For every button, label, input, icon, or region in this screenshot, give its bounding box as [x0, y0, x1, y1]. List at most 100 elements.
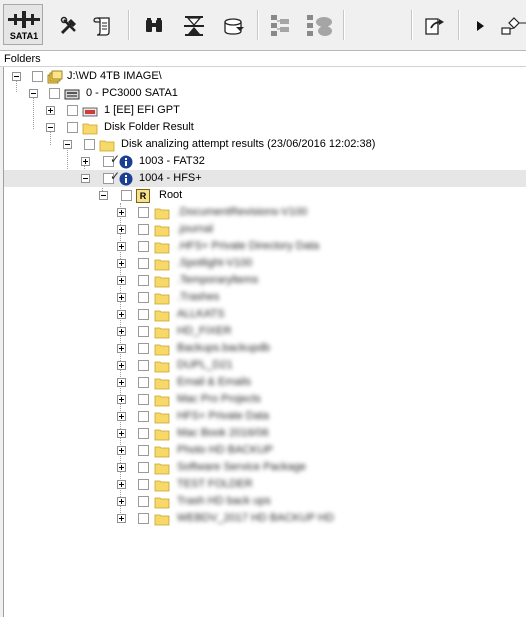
checkbox[interactable] [84, 139, 95, 150]
expand-toggle[interactable] [117, 412, 126, 421]
tree-item-folder[interactable]: DUPL_D21 [4, 357, 526, 374]
checkbox[interactable] [138, 445, 149, 456]
expand-toggle[interactable] [117, 361, 126, 370]
tree-item-folder[interactable]: .Trashes [4, 289, 526, 306]
tree-item-folder[interactable]: .HFS+ Private Directory Data [4, 238, 526, 255]
folder-tree[interactable]: J:\WD 4TB IMAGE\ 0 - PC3000 SATA1 1 [EE]… [3, 67, 526, 617]
collapse-toggle[interactable] [63, 140, 72, 149]
expand-toggle[interactable] [117, 429, 126, 438]
tree-item-folder[interactable]: ALLKATS [4, 306, 526, 323]
tree-item-folder[interactable]: Mac Book 2016/06 [4, 425, 526, 442]
workflow-icon [501, 17, 526, 35]
tree-item-root-drive[interactable]: J:\WD 4TB IMAGE\ [4, 68, 526, 85]
expand-toggle[interactable] [117, 327, 126, 336]
expand-toggle[interactable] [117, 463, 126, 472]
collapse-toggle[interactable] [29, 89, 38, 98]
folder-icon [154, 412, 170, 424]
tree-item-folder[interactable]: HD_FIXER [4, 323, 526, 340]
folder-icon [154, 242, 170, 254]
sata1-device-button[interactable]: SATA1 [3, 4, 43, 45]
checkbox[interactable] [138, 224, 149, 235]
tree-item-folder[interactable]: TEST FOLDER [4, 476, 526, 493]
tree-item-folder[interactable]: Photo HD BACKUP [4, 442, 526, 459]
tree-item-partition[interactable]: 1 [EE] EFI GPT [4, 102, 526, 119]
wait-button[interactable] [177, 7, 211, 45]
expand-toggle[interactable] [117, 446, 126, 455]
search-button[interactable] [137, 7, 171, 45]
checkbox[interactable] [138, 275, 149, 286]
expand-toggle[interactable] [81, 157, 90, 166]
checkbox[interactable] [138, 258, 149, 269]
expand-toggle[interactable] [117, 225, 126, 234]
export-icon [425, 18, 444, 35]
expand-toggle[interactable] [117, 259, 126, 268]
tree-item-folder[interactable]: Mac Pro Projects [4, 391, 526, 408]
collapse-toggle[interactable] [81, 174, 90, 183]
checkbox[interactable] [138, 377, 149, 388]
expand-toggle[interactable] [117, 276, 126, 285]
tree-item-label: Email & Emails [177, 376, 251, 388]
collapse-toggle[interactable] [99, 191, 108, 200]
checkbox[interactable] [138, 207, 149, 218]
tree-item-volume-hfs[interactable]: ✓ 1004 - HFS+ [4, 170, 526, 187]
tree-item-folder[interactable]: Trash HD back ups [4, 493, 526, 510]
tree-item-folder[interactable]: Backups.backupdb [4, 340, 526, 357]
tree-item-analysis-results[interactable]: Disk analizing attempt results (23/06/20… [4, 136, 526, 153]
checkbox[interactable] [49, 88, 60, 99]
checkbox[interactable] [32, 71, 43, 82]
sata1-label: SATA1 [9, 31, 39, 41]
workflow-button[interactable] [497, 7, 526, 45]
tree-item-folder[interactable]: .Temporaryltems [4, 272, 526, 289]
tree-item-volume-fat32[interactable]: ✓ 1003 - FAT32 [4, 153, 526, 170]
expand-toggle[interactable] [117, 242, 126, 251]
tree-item-folder[interactable]: .DocumentRevisions-V100 [4, 204, 526, 221]
checkbox[interactable] [138, 241, 149, 252]
tree-item-folder[interactable]: .journal [4, 221, 526, 238]
hourglass-icon [184, 16, 204, 36]
tree-item-folder[interactable]: HFS+ Private Data [4, 408, 526, 425]
script-button[interactable] [86, 7, 120, 45]
checkbox[interactable] [138, 411, 149, 422]
expand-toggle[interactable] [117, 208, 126, 217]
expand-toggle[interactable] [117, 514, 126, 523]
checkbox[interactable] [138, 462, 149, 473]
tree-item-device[interactable]: 0 - PC3000 SATA1 [4, 85, 526, 102]
folder-icon [154, 497, 170, 509]
checkbox[interactable] [67, 105, 78, 116]
tree-item-root[interactable]: R Root [4, 187, 526, 204]
checkbox[interactable] [67, 122, 78, 133]
checkbox[interactable] [138, 343, 149, 354]
checkbox[interactable] [138, 292, 149, 303]
expand-toggle[interactable] [117, 395, 126, 404]
tree-item-folder[interactable]: Software Service Package [4, 459, 526, 476]
expand-toggle[interactable] [117, 480, 126, 489]
collapse-toggle[interactable] [12, 72, 21, 81]
image-stack-icon [47, 70, 63, 84]
disk-save-button[interactable] [217, 7, 251, 45]
checkbox[interactable] [138, 428, 149, 439]
play-button[interactable] [463, 7, 497, 45]
checkbox[interactable] [138, 496, 149, 507]
checkbox[interactable] [138, 513, 149, 524]
tools-button[interactable] [52, 7, 86, 45]
checkbox[interactable] [138, 309, 149, 320]
expand-toggle[interactable] [117, 378, 126, 387]
checkbox[interactable] [138, 479, 149, 490]
checkbox[interactable] [121, 190, 132, 201]
tree-item-folder[interactable]: WEBDV_2017 HD BACKUP HD [4, 510, 526, 527]
checkbox[interactable] [138, 394, 149, 405]
expand-toggle[interactable] [117, 310, 126, 319]
expand-toggle[interactable] [117, 344, 126, 353]
collapse-toggle[interactable] [46, 123, 55, 132]
folder-icon [154, 395, 170, 407]
checkbox[interactable] [138, 360, 149, 371]
expand-toggle[interactable] [117, 293, 126, 302]
export-button[interactable] [417, 7, 451, 45]
tree-item-folder[interactable]: Email & Emails [4, 374, 526, 391]
expand-toggle[interactable] [117, 497, 126, 506]
expand-toggle[interactable] [46, 106, 55, 115]
toolbar-separator [343, 10, 345, 40]
checkbox[interactable] [138, 326, 149, 337]
tree-item-disk-folder-result[interactable]: Disk Folder Result [4, 119, 526, 136]
tree-item-folder[interactable]: .Spotlight-V100 [4, 255, 526, 272]
